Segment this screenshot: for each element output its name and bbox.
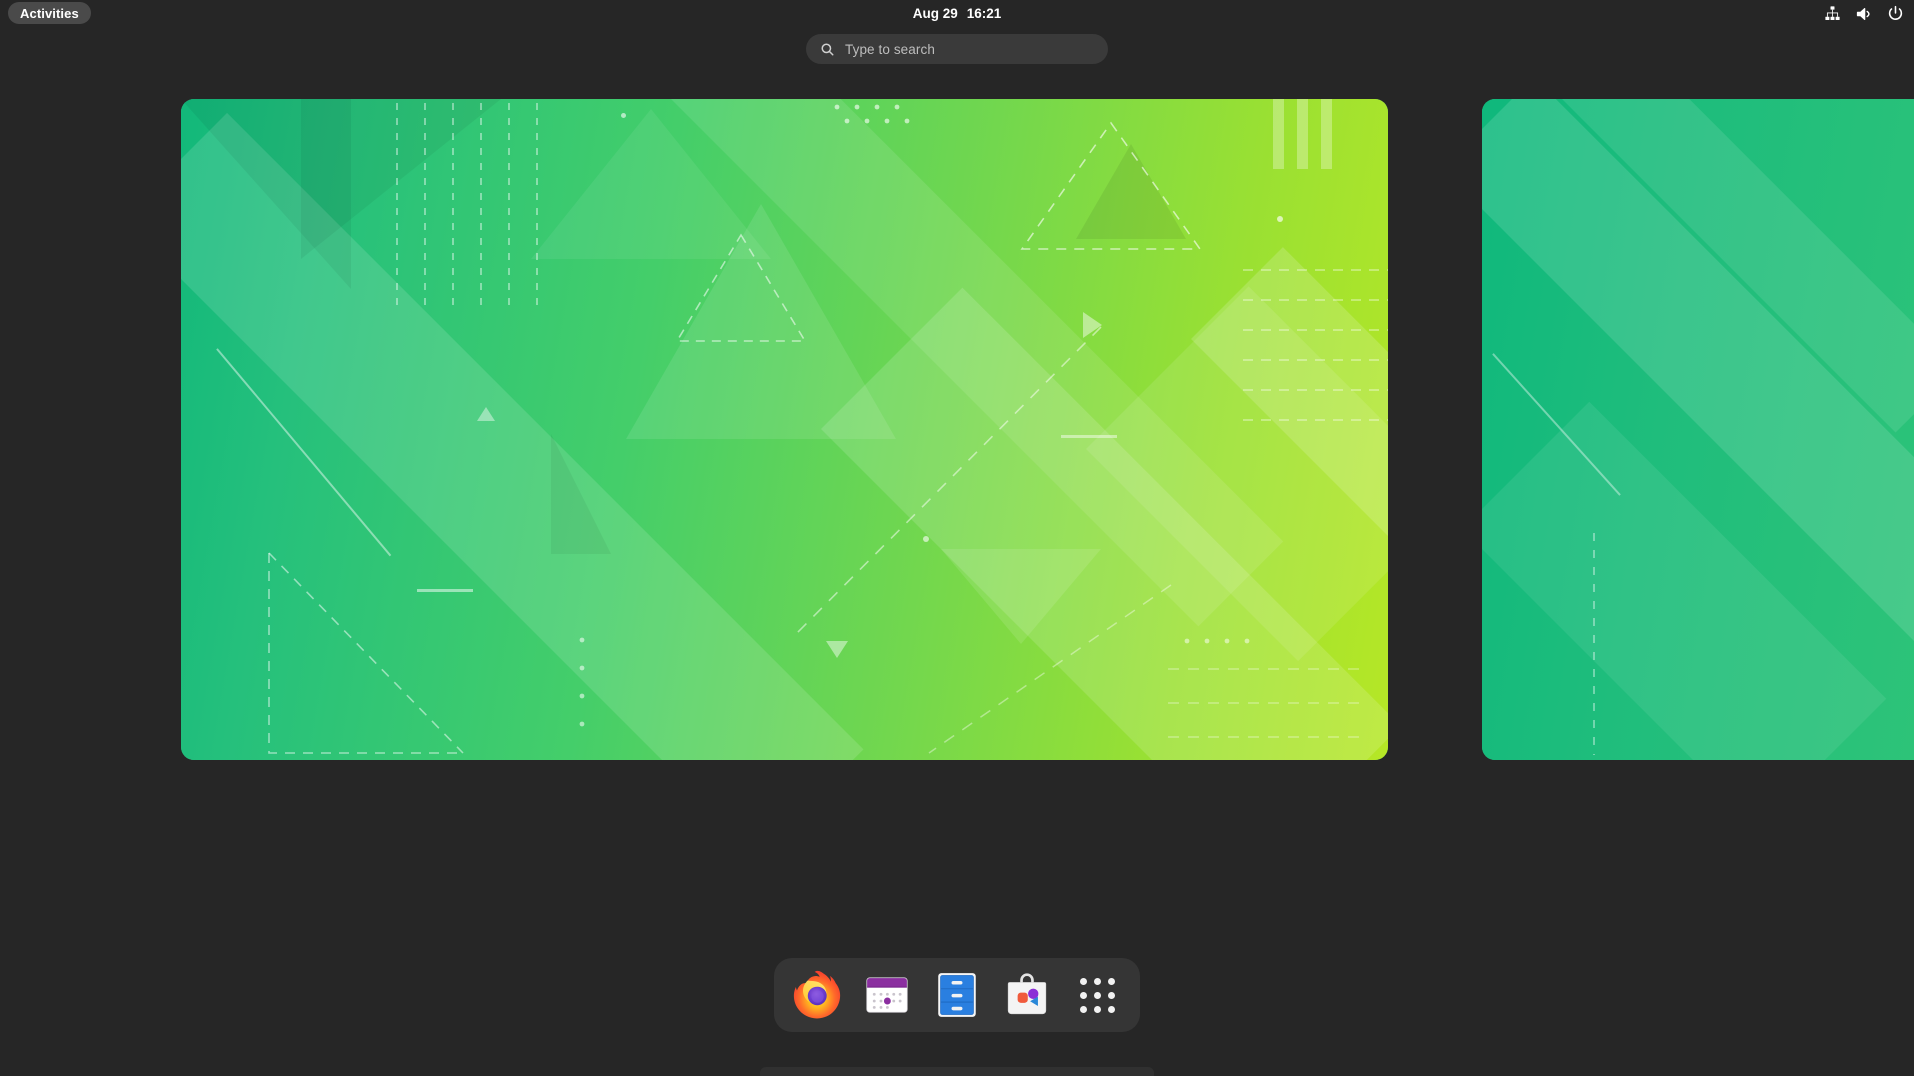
gnome-shell-overview: Activities Aug 29 16:21 Type to search [0,0,1914,1076]
search-placeholder: Type to search [845,41,935,57]
dashed-lines-vertical-left [396,103,538,309]
down-triangle [826,641,848,658]
dock-item-software[interactable] [998,966,1056,1024]
workspaces-strip [0,99,1914,760]
workspace-thumbnail-1[interactable] [181,99,1388,760]
dashed-triangle-3 [268,552,464,754]
clock-date: Aug 29 [912,6,958,21]
activities-button[interactable]: Activities [8,2,91,24]
software-icon [1007,973,1047,1015]
dashed-triangle-2 [1020,121,1202,250]
files-icon [938,973,976,1017]
dock-item-files[interactable] [928,966,986,1024]
clock-time: 16:21 [966,6,1002,21]
power-icon[interactable] [1887,5,1904,22]
wired-network-icon[interactable] [1824,5,1841,22]
search-input[interactable]: Type to search [806,34,1108,64]
dash-dock [774,958,1140,1032]
dock-item-show-apps[interactable] [1068,966,1126,1024]
search-icon [820,42,835,57]
top-bar: Activities Aug 29 16:21 [0,0,1914,27]
dashed-lines-bottom-right [1168,668,1362,738]
search-entry-wrapper[interactable]: Type to search [806,34,1108,64]
wallpaper-1 [181,99,1388,760]
activities-label: Activities [20,5,79,21]
dashed-line-ws2 [1593,533,1595,755]
app-grid-icon [1079,977,1115,1013]
dock-item-calendar[interactable] [858,966,916,1024]
firefox-icon [793,970,841,1019]
dashed-lines-horizontal-right [1243,269,1388,421]
calendar-icon [866,977,908,1013]
dot-cluster-bottom-right [1184,638,1250,644]
workspace-thumbnail-2[interactable] [1482,99,1914,760]
clock-button[interactable]: Aug 29 16:21 [913,0,1002,27]
play-triangle [1083,312,1102,338]
volume-icon[interactable] [1855,5,1873,23]
dock-item-firefox[interactable] [788,966,846,1024]
dot-cluster-left [579,637,585,727]
up-triangle [477,407,495,421]
workspace-switcher-hint[interactable] [760,1067,1154,1076]
system-status-area[interactable] [1824,0,1904,27]
dashed-diagonal-bottom [928,584,1172,754]
dot-cluster-top [834,104,910,124]
wallpaper-2 [1482,99,1914,760]
